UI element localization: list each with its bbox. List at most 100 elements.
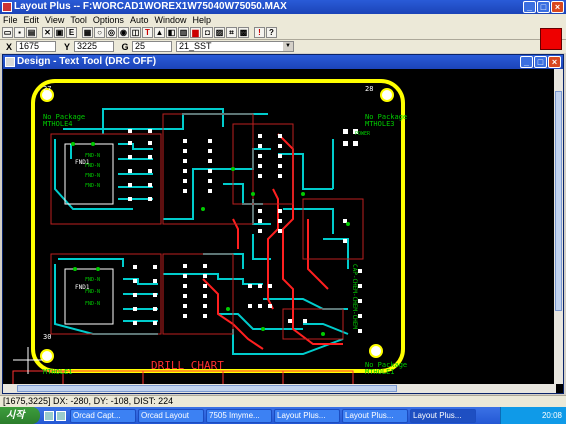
close-button[interactable]: ×: [551, 1, 564, 13]
power-label: POWER: [355, 131, 371, 137]
design-window: Design - Text Tool (DRC OFF) _ □ × DRILL…: [2, 54, 564, 394]
menu-tool[interactable]: Tool: [67, 14, 90, 26]
x-value-field[interactable]: 1675: [16, 41, 56, 52]
stop-icon[interactable]: !: [254, 27, 265, 38]
minimize-button[interactable]: _: [523, 1, 536, 13]
mthole-br: [369, 344, 383, 358]
red-traces: [202, 133, 343, 350]
color-icon[interactable]: ▆: [190, 27, 201, 38]
component-icon[interactable]: ◫: [130, 27, 141, 38]
fnd-top-line-3: FND-N: [85, 173, 100, 179]
zoom-out-icon[interactable]: ○: [94, 27, 105, 38]
fnd-top-line-4: FND-N: [85, 183, 100, 189]
print-icon[interactable]: ▤: [26, 27, 37, 38]
task-orcad-layout[interactable]: Orcad Layout: [138, 408, 204, 423]
y-value-field[interactable]: 3225: [74, 41, 114, 52]
help-icon[interactable]: ?: [266, 27, 277, 38]
window-controls: _ □ ×: [523, 1, 564, 13]
trace-icon[interactable]: ▥: [178, 27, 189, 38]
corner-label-tl: 27: [43, 85, 51, 93]
task-orcad-capture[interactable]: Orcad Capt...: [70, 408, 136, 423]
open-icon[interactable]: ▭: [2, 27, 13, 38]
g-label: G: [121, 41, 129, 52]
cyan-traces: [54, 108, 349, 355]
zoom-all-icon[interactable]: ◎: [106, 27, 117, 38]
menu-file[interactable]: File: [0, 14, 21, 26]
pad-icon[interactable]: ◧: [166, 27, 177, 38]
task-layout-plus-3[interactable]: Layout Plus...: [410, 408, 476, 423]
chevron-down-icon[interactable]: ▼: [283, 42, 293, 51]
task-layout-plus-1[interactable]: Layout Plus...: [274, 408, 340, 423]
corner-label-bl: 30: [43, 333, 51, 341]
design-close-button[interactable]: ×: [548, 56, 561, 68]
design-maximize-button[interactable]: □: [534, 56, 547, 68]
design-window-controls: _ □ ×: [520, 56, 561, 68]
design-icon: [5, 57, 15, 67]
desktop-icon[interactable]: [56, 410, 66, 421]
scan-icon[interactable]: ▩: [238, 27, 249, 38]
zoom-in-icon[interactable]: ▦: [82, 27, 93, 38]
mthole-tr: [380, 88, 394, 102]
task-7505[interactable]: 7505 Imyme...: [206, 408, 272, 423]
menu-auto[interactable]: Auto: [127, 14, 152, 26]
pin-icon[interactable]: ▲: [154, 27, 165, 38]
coordinate-bar: X 1675 Y 3225 G 25 21_SST ▼: [0, 40, 566, 53]
pcb-canvas[interactable]: DRILL CHART 27 28 30 No Package MTHOLE4 …: [3, 69, 556, 384]
footprint-select[interactable]: 21_SST ▼: [176, 41, 294, 52]
x-label: X: [5, 41, 12, 52]
mthole-label-tl: MTHOLE4: [43, 120, 73, 128]
menu-bar: File Edit View Tool Options Auto Window …: [0, 14, 566, 26]
pcb-layout-svg: DRILL CHART 27 28 30 No Package MTHOLE4 …: [12, 79, 407, 384]
clock[interactable]: 20:08: [542, 411, 562, 420]
y-label: Y: [63, 41, 70, 52]
grid-value-field[interactable]: 25: [132, 41, 172, 52]
maximize-button[interactable]: □: [537, 1, 550, 13]
app-titlebar[interactable]: Layout Plus -- F:WORCAD1WOREX1W75040W750…: [0, 0, 566, 14]
reconnect-icon[interactable]: ⌗: [226, 27, 237, 38]
footprint-value: 21_SST: [179, 41, 212, 51]
cap-label: CAP-CHEM-CHEM-CHEM: [351, 264, 358, 329]
mthole-label-tr: MTHOLE3: [365, 120, 395, 128]
fnd-bottom-line-1: FND-N: [85, 277, 100, 283]
start-button[interactable]: 시작: [0, 407, 40, 424]
menu-help[interactable]: Help: [189, 14, 214, 26]
taskbar: 시작 Orcad Capt... Orcad Layout 7505 Imyme…: [0, 407, 566, 424]
fnd-bottom-line-3: FND-N: [85, 301, 100, 307]
via-icon[interactable]: ◘: [202, 27, 213, 38]
design-minimize-button[interactable]: _: [520, 56, 533, 68]
menu-options[interactable]: Options: [90, 14, 127, 26]
system-tray: 20:08: [500, 407, 566, 424]
cut-icon[interactable]: ✕: [42, 27, 53, 38]
main-toolbar: ▭ ▪ ▤ ✕ ▣ E ▦ ○ ◎ ◉ ◫ T ▲ ◧ ▥ ▆ ◘ ▨ ⌗ ▩ …: [0, 26, 566, 40]
design-title: Design - Text Tool (DRC OFF): [17, 56, 157, 67]
design-titlebar[interactable]: Design - Text Tool (DRC OFF) _ □ ×: [3, 55, 563, 69]
menu-edit[interactable]: Edit: [21, 14, 43, 26]
drill-chart-title: DRILL CHART: [151, 359, 224, 372]
quick-launch: [44, 410, 66, 421]
current-color-swatch[interactable]: [540, 28, 562, 50]
vertical-scroll-thumb[interactable]: [555, 91, 562, 311]
app-window: Layout Plus -- F:WORCAD1WOREX1W75040W750…: [0, 0, 566, 424]
copy-icon[interactable]: ▣: [54, 27, 65, 38]
fnd-display-top: FND1 FND-N FND-N FND-N FND-N: [64, 143, 114, 205]
cursor-crosshair: [13, 347, 43, 374]
corner-label-tr: 28: [365, 85, 373, 93]
ie-icon[interactable]: [44, 410, 54, 421]
mthole-label-br: MTHOLE1: [365, 368, 395, 376]
vertical-scrollbar[interactable]: [554, 69, 563, 384]
menu-window[interactable]: Window: [151, 14, 189, 26]
save-icon[interactable]: ▪: [14, 27, 25, 38]
app-title: Layout Plus -- F:WORCAD1WOREX1W75040W750…: [14, 1, 287, 12]
text-tool-icon[interactable]: T: [142, 27, 153, 38]
status-bar: [1675,3225] DX: -280, DY: -108, DIST: 22…: [0, 395, 566, 407]
fnd-bottom-line-2: FND-N: [85, 289, 100, 295]
layout-plus-icon: [2, 2, 12, 12]
menu-view[interactable]: View: [42, 14, 67, 26]
horizontal-scrollbar[interactable]: [3, 384, 556, 393]
paste-icon[interactable]: E: [66, 27, 77, 38]
task-layout-plus-2[interactable]: Layout Plus...: [342, 408, 408, 423]
horizontal-scroll-thumb[interactable]: [17, 385, 397, 392]
fnd-top-line-1: FND-N: [85, 153, 100, 159]
layer-icon[interactable]: ▨: [214, 27, 225, 38]
refresh-icon[interactable]: ◉: [118, 27, 129, 38]
